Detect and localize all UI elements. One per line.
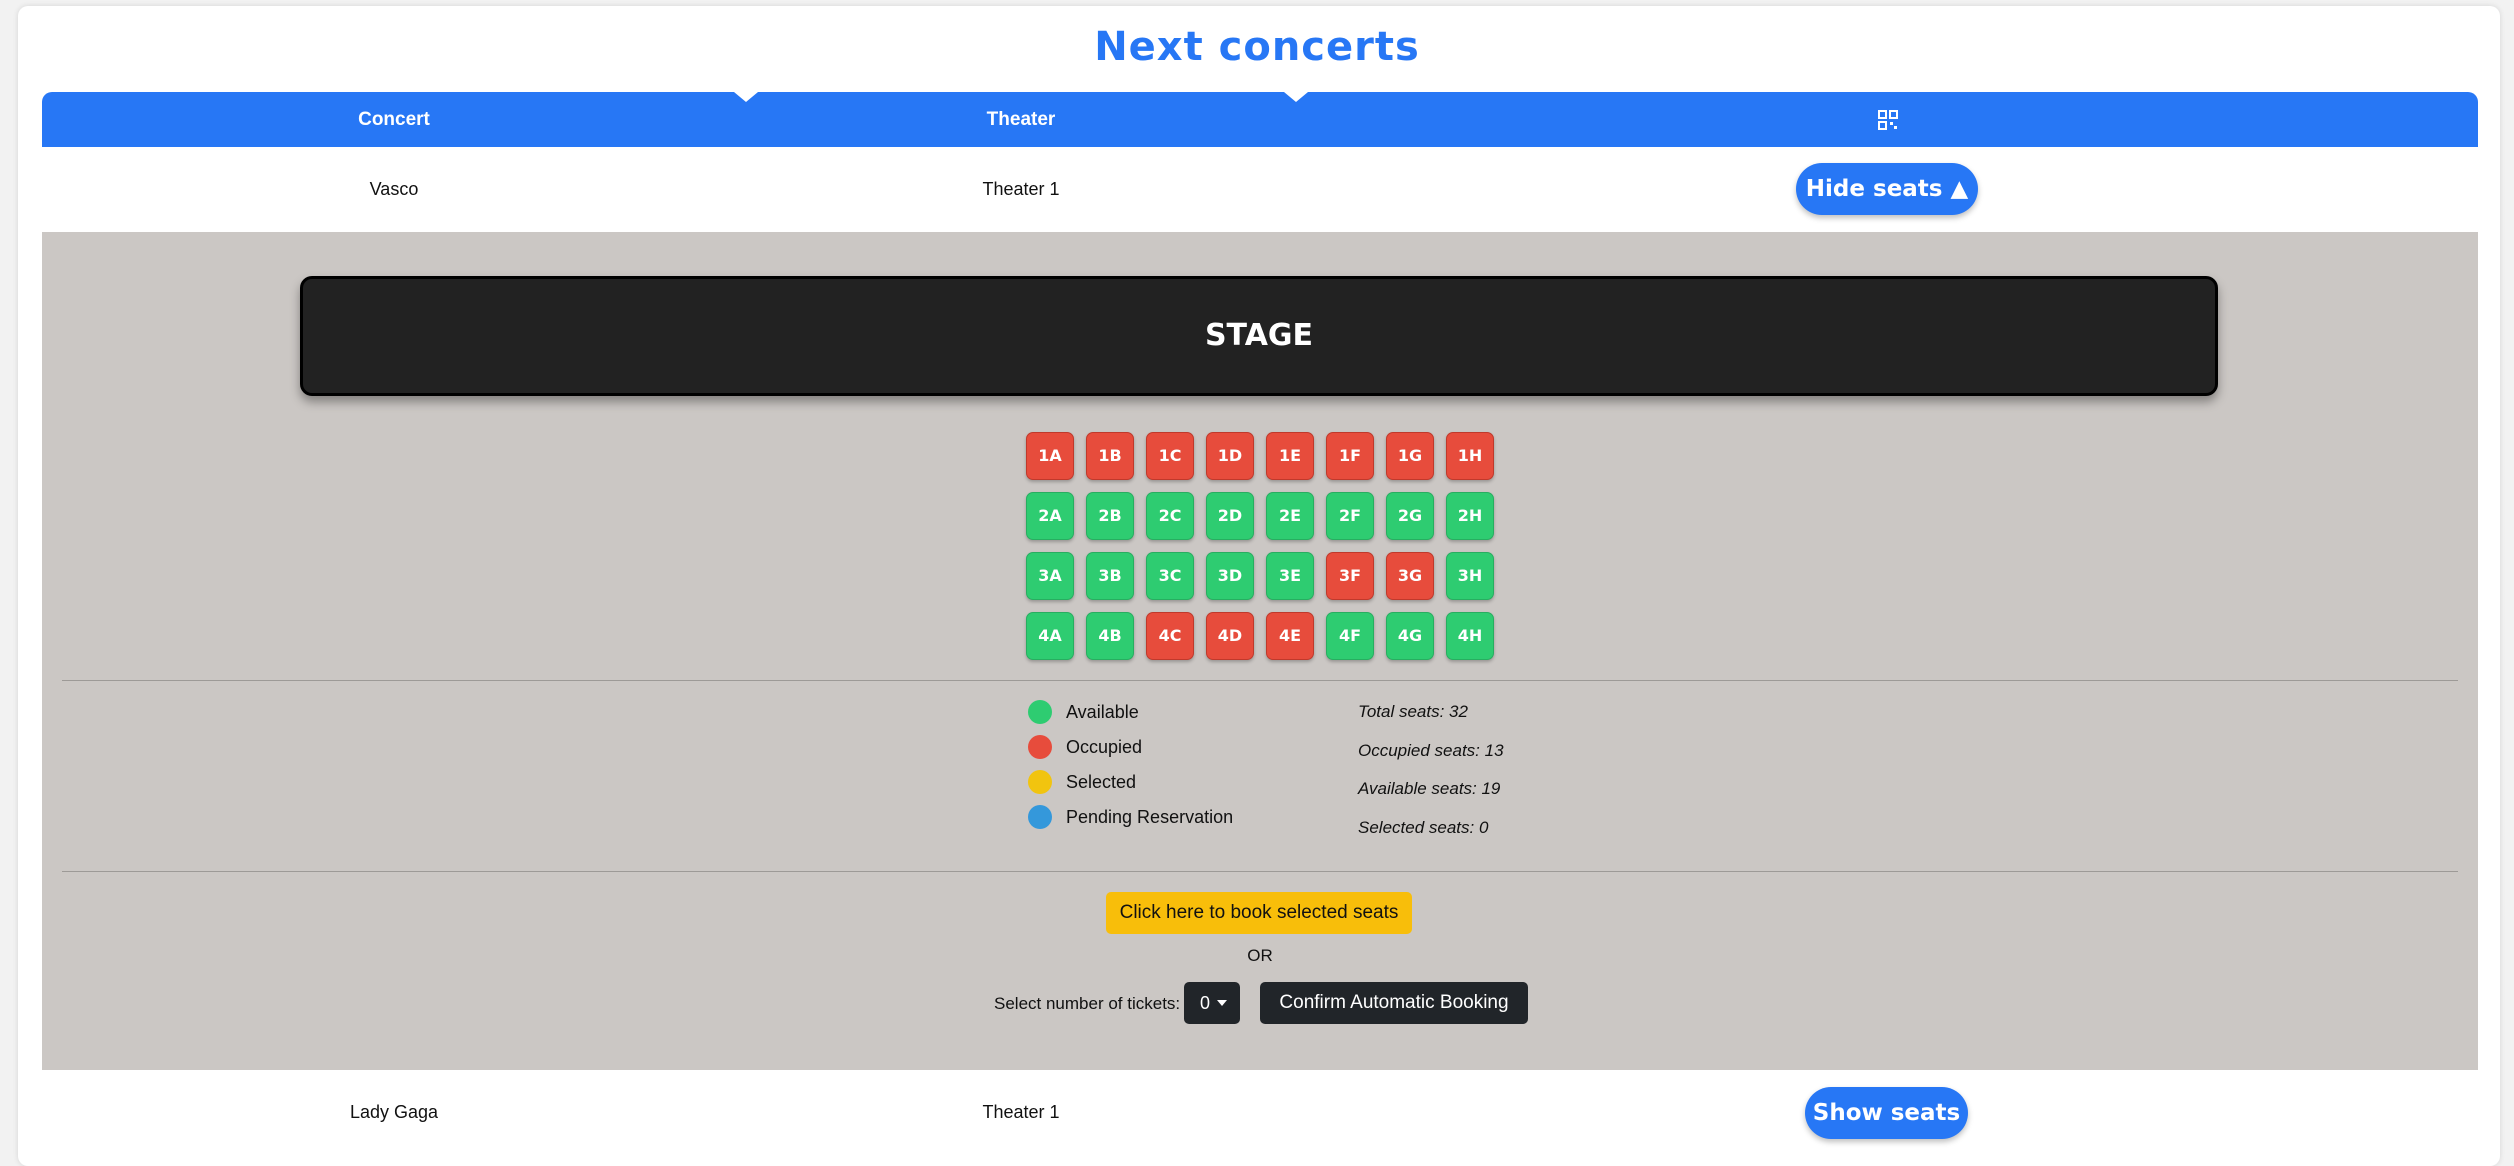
stat-available: Available seats: 19 bbox=[1358, 779, 1501, 798]
theater-name: Theater 1 bbox=[982, 179, 1060, 199]
header-concert: Concert bbox=[358, 109, 430, 130]
legend-label: Occupied bbox=[1066, 737, 1143, 757]
seat-2A[interactable]: 2A bbox=[1026, 492, 1074, 540]
selected-dot-icon bbox=[1028, 770, 1052, 794]
seat-4E[interactable]: 4E bbox=[1266, 612, 1314, 660]
book-selected-seats-button[interactable]: Click here to book selected seats bbox=[1106, 892, 1412, 934]
seat-2C[interactable]: 2C bbox=[1146, 492, 1194, 540]
seat-4F[interactable]: 4F bbox=[1326, 612, 1374, 660]
seat-1E[interactable]: 1E bbox=[1266, 432, 1314, 480]
seat-1H[interactable]: 1H bbox=[1446, 432, 1494, 480]
seat-4B[interactable]: 4B bbox=[1086, 612, 1134, 660]
seat-3F[interactable]: 3F bbox=[1326, 552, 1374, 600]
seat-map-panel: STAGE 1A 1B 1C 1D 1E 1F 1G 1H 2A 2B 2C 2D 2E 2F 2G 2H 3A… bbox=[42, 232, 2478, 1070]
seat-4D[interactable]: 4D bbox=[1206, 612, 1254, 660]
seat-2B[interactable]: 2B bbox=[1086, 492, 1134, 540]
seat-2E[interactable]: 2E bbox=[1266, 492, 1314, 540]
hide-seats-button[interactable]: Hide seats ▲ bbox=[1796, 163, 1978, 215]
seat-1A[interactable]: 1A bbox=[1026, 432, 1074, 480]
legend-label: Available bbox=[1066, 702, 1139, 722]
stat-selected: Selected seats: 0 bbox=[1358, 818, 1489, 837]
header-theater: Theater bbox=[986, 109, 1056, 130]
seat-3E[interactable]: 3E bbox=[1266, 552, 1314, 600]
seat-1G[interactable]: 1G bbox=[1386, 432, 1434, 480]
page-title: Next concerts bbox=[1094, 24, 1420, 70]
occupied-dot-icon bbox=[1028, 735, 1052, 759]
seat-2F[interactable]: 2F bbox=[1326, 492, 1374, 540]
seat-4G[interactable]: 4G bbox=[1386, 612, 1434, 660]
seat-3A[interactable]: 3A bbox=[1026, 552, 1074, 600]
seat-4H[interactable]: 4H bbox=[1446, 612, 1494, 660]
concert-name: Vasco bbox=[369, 179, 419, 199]
caret-down-icon bbox=[1217, 1000, 1227, 1006]
table-row: Lady Gaga Theater 1 Show seats bbox=[42, 1070, 2478, 1155]
or-separator: OR bbox=[1247, 946, 1273, 965]
concert-name: Lady Gaga bbox=[349, 1102, 439, 1122]
seat-1F[interactable]: 1F bbox=[1326, 432, 1374, 480]
seat-1B[interactable]: 1B bbox=[1086, 432, 1134, 480]
stat-total: Total seats: 32 bbox=[1358, 702, 1468, 721]
table-row: Vasco Theater 1 Hide seats ▲ bbox=[42, 147, 2478, 232]
seat-2H[interactable]: 2H bbox=[1446, 492, 1494, 540]
divider bbox=[62, 680, 2458, 681]
grid-icon bbox=[1878, 110, 1898, 130]
tickets-value: 0 bbox=[1200, 993, 1211, 1013]
divider bbox=[62, 871, 2458, 872]
legend-label: Selected bbox=[1066, 772, 1137, 792]
pending-dot-icon bbox=[1028, 805, 1052, 829]
seat-4C[interactable]: 4C bbox=[1146, 612, 1194, 660]
confirm-automatic-booking-button[interactable]: Confirm Automatic Booking bbox=[1260, 982, 1528, 1024]
stage: STAGE bbox=[300, 276, 2218, 396]
seat-3G[interactable]: 3G bbox=[1386, 552, 1434, 600]
seat-3B[interactable]: 3B bbox=[1086, 552, 1134, 600]
seat-3H[interactable]: 3H bbox=[1446, 552, 1494, 600]
seat-2G[interactable]: 2G bbox=[1386, 492, 1434, 540]
seat-1C[interactable]: 1C bbox=[1146, 432, 1194, 480]
seat-3C[interactable]: 3C bbox=[1146, 552, 1194, 600]
legend-label: Pending Reservation bbox=[1066, 807, 1234, 827]
seat-1D[interactable]: 1D bbox=[1206, 432, 1254, 480]
seat-3D[interactable]: 3D bbox=[1206, 552, 1254, 600]
tickets-dropdown[interactable]: 0 bbox=[1184, 982, 1240, 1024]
tickets-label: Select number of tickets: bbox=[994, 994, 1181, 1013]
theater-name: Theater 1 bbox=[982, 1102, 1060, 1122]
seat-4A[interactable]: 4A bbox=[1026, 612, 1074, 660]
available-dot-icon bbox=[1028, 700, 1052, 724]
seat-2D[interactable]: 2D bbox=[1206, 492, 1254, 540]
table-header: Concert Theater bbox=[42, 92, 2478, 147]
stat-occupied: Occupied seats: 13 bbox=[1358, 741, 1504, 760]
show-seats-button[interactable]: Show seats bbox=[1805, 1087, 1968, 1139]
